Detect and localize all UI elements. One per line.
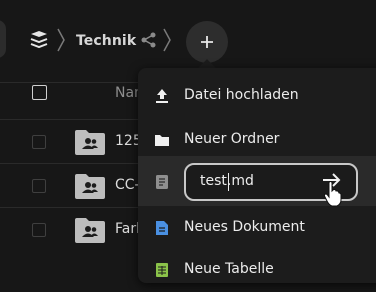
breadcrumb-current[interactable]: Technik: [76, 33, 136, 49]
plus-icon: [201, 36, 213, 48]
text-caret: [228, 173, 229, 191]
select-all-checkbox[interactable]: [32, 85, 47, 100]
row-checkbox[interactable]: [32, 135, 46, 149]
upload-icon: [154, 88, 170, 104]
new-button[interactable]: [186, 21, 228, 63]
new-menu: Datei hochladen Neuer Ordner test.md Neu…: [138, 68, 376, 283]
hand-pointer-cursor-icon: [323, 180, 343, 207]
menu-item-new-table[interactable]: Neue Tabelle: [138, 248, 376, 292]
menu-item-new-document[interactable]: Neues Dokument: [138, 206, 376, 250]
row-checkbox[interactable]: [32, 223, 46, 237]
menu-item-label: Neuer Ordner: [184, 131, 280, 147]
shared-folder-icon: [74, 128, 106, 156]
menu-item-upload[interactable]: Datei hochladen: [138, 74, 376, 118]
sidebar-toggle[interactable]: [0, 20, 6, 58]
text-file-icon: [154, 174, 170, 190]
shared-folder-icon: [74, 172, 106, 200]
new-file-name-value: test.md: [200, 173, 254, 189]
breadcrumb-separator: [56, 27, 66, 53]
folder-icon: [154, 132, 170, 148]
file-name[interactable]: CC-: [115, 177, 140, 193]
row-checkbox[interactable]: [32, 179, 46, 193]
document-icon: [154, 220, 170, 236]
share-icon[interactable]: [140, 31, 158, 49]
menu-item-label: Neues Dokument: [184, 219, 305, 235]
layers-icon[interactable]: [28, 29, 50, 51]
breadcrumb-separator: [162, 27, 172, 53]
menu-item-label: Neue Tabelle: [184, 261, 274, 277]
menu-item-label: Datei hochladen: [184, 87, 299, 103]
spreadsheet-icon: [154, 262, 170, 278]
shared-folder-icon: [74, 216, 106, 244]
